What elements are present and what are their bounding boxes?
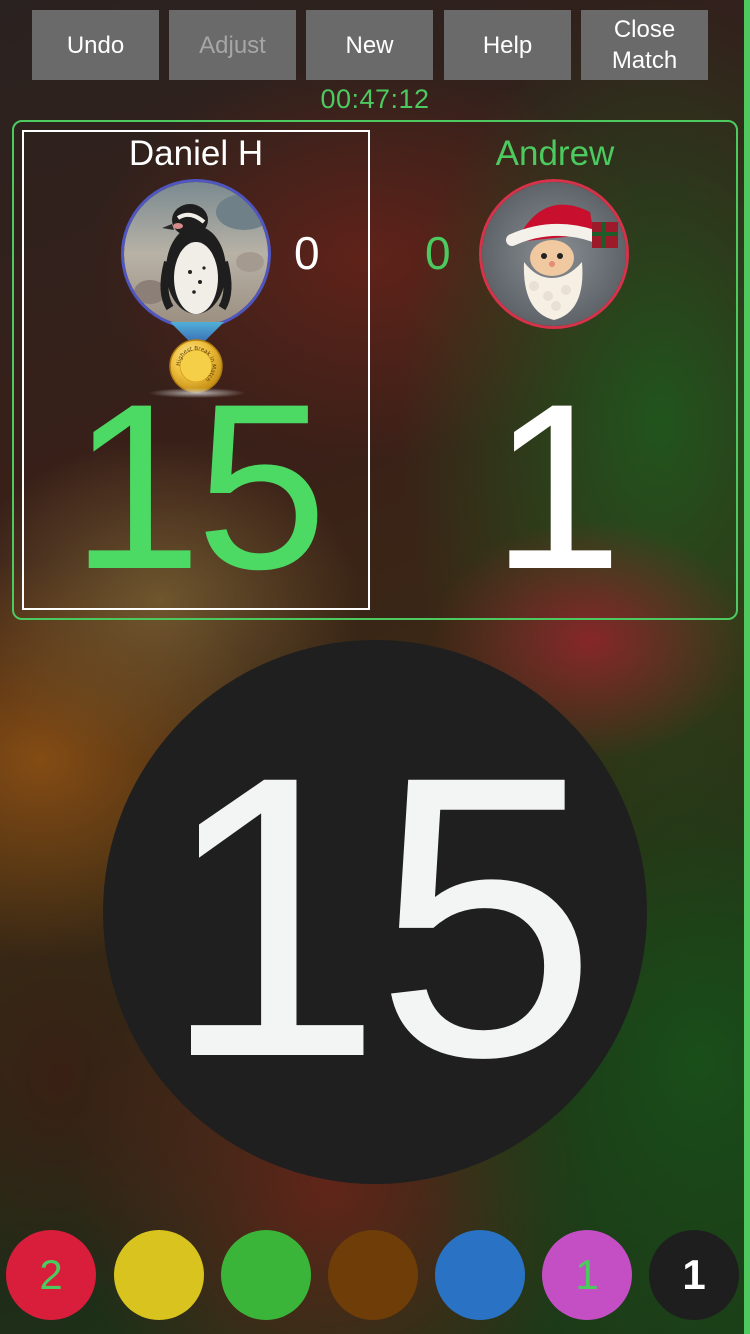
edge-accent-line xyxy=(744,0,750,1334)
close-match-button[interactable]: Close Match xyxy=(581,10,708,80)
match-timer: 00:47:12 xyxy=(320,84,430,114)
green-ball-button[interactable] xyxy=(221,1230,311,1320)
current-break-value: 15 xyxy=(160,693,598,1140)
red-ball-button[interactable]: 2 xyxy=(6,1230,96,1320)
player1-score: 15 xyxy=(70,355,328,619)
new-button[interactable]: New xyxy=(306,10,433,80)
close-match-label-line1: Close xyxy=(613,16,676,43)
adjust-button[interactable]: Adjust xyxy=(169,10,296,80)
ball-buttons: 2 1 1 xyxy=(0,1230,750,1320)
current-break-display[interactable]: 15 xyxy=(103,640,647,1184)
brown-ball-button[interactable] xyxy=(328,1230,418,1320)
black-ball-button[interactable]: 1 xyxy=(649,1230,739,1320)
player2-frames: 0 xyxy=(425,227,451,279)
santa-figure-photo-icon xyxy=(482,182,626,326)
toolbar: Undo Adjust New Help Close Match xyxy=(32,10,712,80)
player1-frames: 0 xyxy=(294,227,320,279)
player1-avatar[interactable] xyxy=(121,179,271,329)
player2-score: 1 xyxy=(491,355,622,619)
penguin-photo-icon xyxy=(124,182,268,326)
help-button[interactable]: Help xyxy=(444,10,571,80)
yellow-ball-button[interactable] xyxy=(114,1230,204,1320)
blue-ball-button[interactable] xyxy=(435,1230,525,1320)
undo-button[interactable]: Undo xyxy=(32,10,159,80)
close-match-label-line2: Match xyxy=(611,47,678,74)
player1-name: Daniel H xyxy=(128,134,264,173)
pink-ball-button[interactable]: 1 xyxy=(542,1230,632,1320)
player2-name[interactable]: Andrew xyxy=(380,134,730,178)
player2-avatar[interactable] xyxy=(479,179,629,329)
